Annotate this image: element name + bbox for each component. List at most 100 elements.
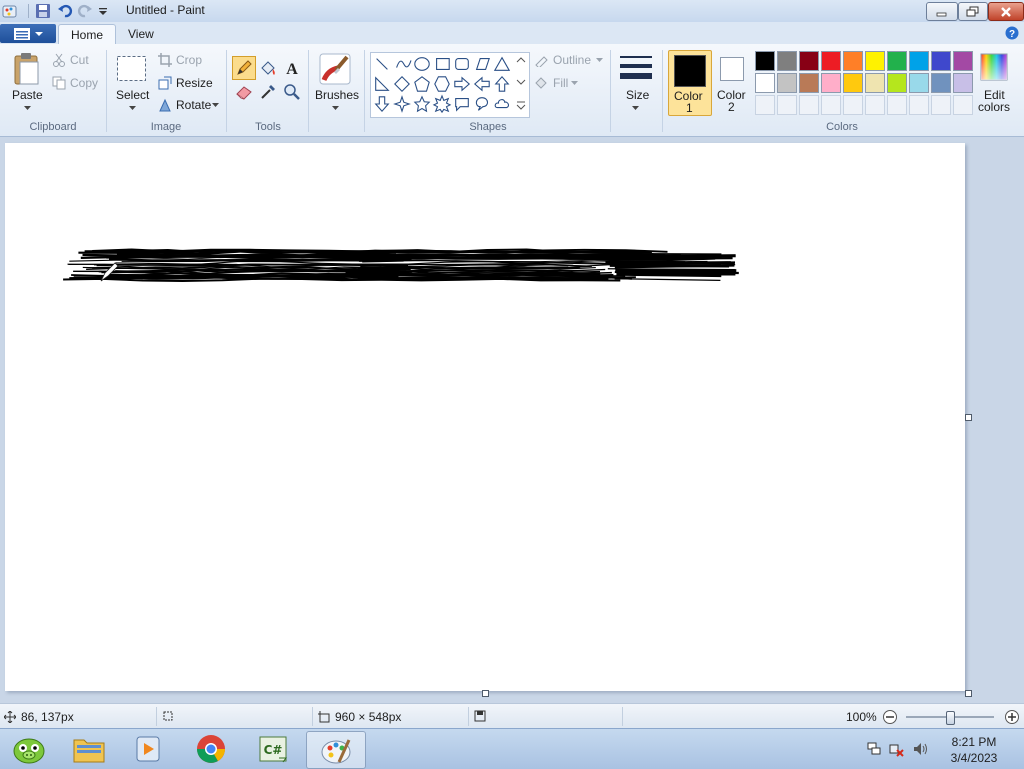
zoom-slider-thumb[interactable] xyxy=(946,711,955,725)
shape-option[interactable] xyxy=(434,96,450,112)
shape-option[interactable] xyxy=(495,100,508,108)
rotate-button[interactable]: Rotate xyxy=(158,97,222,115)
select-button[interactable]: Select xyxy=(112,50,152,116)
shape-option[interactable] xyxy=(437,59,450,70)
shape-option[interactable] xyxy=(455,78,469,91)
paste-button[interactable]: Paste xyxy=(8,50,46,116)
palette-color-swatch[interactable] xyxy=(755,51,775,71)
drawing-canvas[interactable] xyxy=(5,143,965,691)
brushes-button[interactable]: Brushes xyxy=(312,50,358,116)
taskbar-file-explorer[interactable] xyxy=(60,731,118,767)
palette-color-swatch[interactable] xyxy=(909,73,929,93)
shape-option[interactable] xyxy=(495,58,509,71)
palette-color-swatch[interactable] xyxy=(843,73,863,93)
gallery-scroll-arrow[interactable] xyxy=(517,58,525,62)
palette-color-swatch[interactable] xyxy=(777,51,797,71)
zoom-slider[interactable] xyxy=(906,711,994,723)
palette-color-swatch[interactable] xyxy=(887,73,907,93)
help-icon[interactable]: ? xyxy=(1005,26,1019,40)
palette-color-swatch[interactable] xyxy=(953,73,973,93)
resize-handle-bottom[interactable] xyxy=(482,690,489,697)
shape-option[interactable] xyxy=(395,77,409,91)
shape-option[interactable] xyxy=(397,60,411,67)
color-picker-tool[interactable] xyxy=(256,80,280,104)
palette-empty-swatch[interactable] xyxy=(799,95,819,115)
customize-toolbar-icon[interactable] xyxy=(97,3,109,19)
palette-empty-swatch[interactable] xyxy=(909,95,929,115)
shape-option[interactable] xyxy=(435,77,449,91)
size-button[interactable]: Size xyxy=(616,50,656,116)
palette-empty-swatch[interactable] xyxy=(931,95,951,115)
fill-tool[interactable] xyxy=(256,56,280,80)
taskbar-paint[interactable] xyxy=(306,731,366,769)
edit-colors-button[interactable]: Edit colors xyxy=(974,50,1016,116)
shape-option[interactable] xyxy=(415,77,429,91)
palette-color-swatch[interactable] xyxy=(909,51,929,71)
outline-button[interactable]: Outline xyxy=(534,52,606,70)
color-1-button[interactable]: Color 1 xyxy=(668,50,712,116)
resize-handle-corner[interactable] xyxy=(965,690,972,697)
palette-color-swatch[interactable] xyxy=(799,51,819,71)
paint-app-icon[interactable] xyxy=(2,3,18,19)
shape-option[interactable] xyxy=(376,78,389,91)
fill-button[interactable]: Fill xyxy=(534,75,594,93)
taskbar-media-player[interactable] xyxy=(120,731,178,767)
action-center-icon[interactable] xyxy=(866,741,882,757)
shape-option[interactable] xyxy=(476,98,487,111)
palette-color-swatch[interactable] xyxy=(799,73,819,93)
shape-option[interactable] xyxy=(377,59,388,70)
paint-menu-button[interactable] xyxy=(0,24,56,43)
resize-handle-right[interactable] xyxy=(965,414,972,421)
cut-button[interactable]: Cut xyxy=(52,52,102,70)
tab-view[interactable]: View xyxy=(116,24,166,44)
copy-button[interactable]: Copy xyxy=(52,75,102,93)
shape-option[interactable] xyxy=(395,97,409,111)
taskbar-csharp[interactable]: C# xyxy=(244,731,302,767)
palette-color-swatch[interactable] xyxy=(821,73,841,93)
volume-icon[interactable] xyxy=(912,741,928,757)
taskbar-chrome[interactable] xyxy=(182,731,240,767)
palette-color-swatch[interactable] xyxy=(865,51,885,71)
palette-color-swatch[interactable] xyxy=(887,51,907,71)
shape-option[interactable] xyxy=(496,77,509,91)
palette-color-swatch[interactable] xyxy=(821,51,841,71)
network-icon[interactable] xyxy=(888,741,904,757)
palette-empty-swatch[interactable] xyxy=(755,95,775,115)
gallery-scroll-arrow[interactable] xyxy=(517,80,525,84)
resize-button[interactable]: Resize xyxy=(158,75,218,93)
pencil-tool[interactable] xyxy=(232,56,256,80)
palette-color-swatch[interactable] xyxy=(843,51,863,71)
shape-option[interactable] xyxy=(415,97,429,111)
palette-empty-swatch[interactable] xyxy=(953,95,973,115)
shape-option[interactable] xyxy=(475,78,489,91)
zoom-out-button[interactable] xyxy=(882,709,898,725)
restore-button[interactable] xyxy=(958,2,988,21)
palette-empty-swatch[interactable] xyxy=(865,95,885,115)
shape-option[interactable] xyxy=(456,99,469,111)
palette-empty-swatch[interactable] xyxy=(777,95,797,115)
palette-color-swatch[interactable] xyxy=(865,73,885,93)
zoom-in-button[interactable] xyxy=(1004,709,1020,725)
minimize-button[interactable] xyxy=(926,2,958,21)
palette-color-swatch[interactable] xyxy=(953,51,973,71)
start-button[interactable] xyxy=(0,731,58,767)
tab-home[interactable]: Home xyxy=(58,24,116,45)
shape-option[interactable] xyxy=(415,58,429,71)
color-2-button[interactable]: Color 2 xyxy=(714,50,750,114)
text-tool[interactable]: A xyxy=(280,56,304,80)
magnifier-tool[interactable] xyxy=(280,80,304,104)
crop-button[interactable]: Crop xyxy=(158,52,218,70)
palette-empty-swatch[interactable] xyxy=(821,95,841,115)
palette-empty-swatch[interactable] xyxy=(887,95,907,115)
shape-option[interactable] xyxy=(477,59,490,70)
shape-option[interactable] xyxy=(376,97,389,111)
save-icon[interactable] xyxy=(35,3,51,19)
shape-option[interactable] xyxy=(456,59,469,70)
gallery-scroll-arrow[interactable] xyxy=(517,102,525,109)
eraser-tool[interactable] xyxy=(232,80,256,104)
shapes-gallery[interactable] xyxy=(370,52,530,118)
palette-color-swatch[interactable] xyxy=(755,73,775,93)
clock[interactable]: 8:21 PM 3/4/2023 xyxy=(944,734,1004,766)
palette-color-swatch[interactable] xyxy=(931,51,951,71)
undo-icon[interactable] xyxy=(57,3,73,19)
